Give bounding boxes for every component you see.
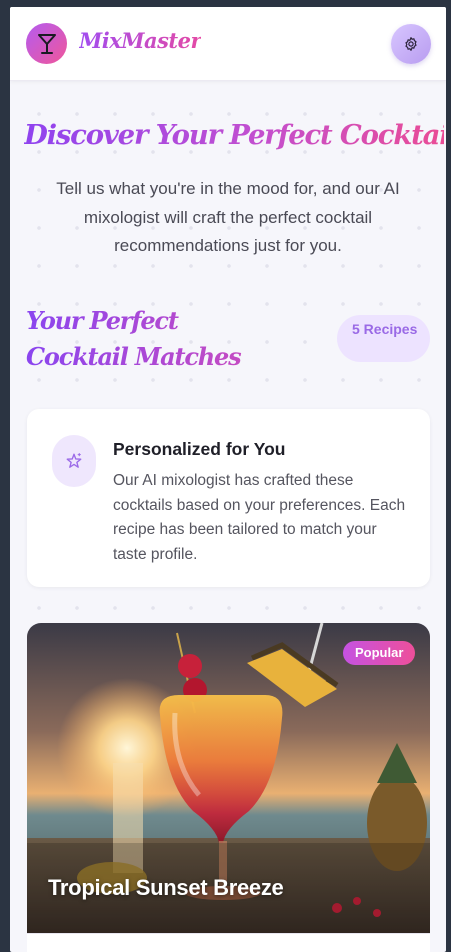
- app-frame: MixMaster Discover Your Perfect Cocktail…: [10, 7, 446, 952]
- popular-badge: Popular: [343, 641, 416, 665]
- brand-name[interactable]: MixMaster: [79, 28, 202, 53]
- cocktail-glass-icon: [37, 33, 56, 54]
- matches-title: Your Perfect Cocktail Matches: [26, 303, 286, 375]
- info-card-title: Personalized for You: [113, 439, 286, 459]
- app-header: MixMaster: [10, 7, 446, 81]
- logo[interactable]: [26, 23, 67, 64]
- hero-subtitle: Tell us what you're in the mood for, and…: [56, 179, 400, 255]
- personalized-info-card: Personalized for You Our AI mixologist h…: [27, 409, 430, 587]
- gear-icon: [405, 37, 417, 51]
- recipes-count-badge: 5 Recipes: [337, 315, 430, 362]
- cocktail-card-image[interactable]: Popular Tropical Sunset Breeze: [27, 623, 430, 933]
- cocktail-card-body: [27, 933, 430, 952]
- settings-button[interactable]: [391, 24, 431, 64]
- cocktail-name[interactable]: Tropical Sunset Breeze: [48, 875, 284, 901]
- sparkle-star-icon: [52, 435, 96, 487]
- info-card-text: Our AI mixologist has crafted these cock…: [113, 472, 406, 563]
- hero-title: Discover Your Perfect Cocktail: [24, 119, 446, 151]
